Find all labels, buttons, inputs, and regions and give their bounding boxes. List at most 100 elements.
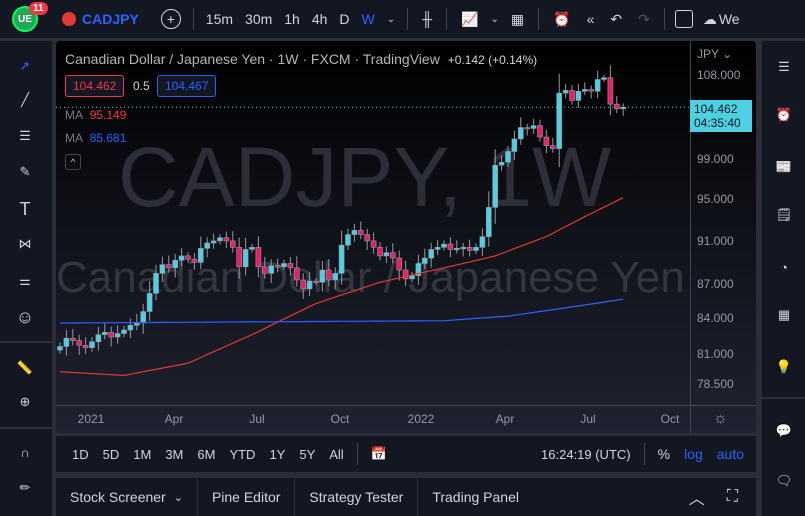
candle-body	[421, 257, 428, 264]
symbol-description: Canadian Dollar / Japanese Yen · 1W · FX…	[65, 51, 440, 67]
interval-15m[interactable]: 15m	[200, 0, 239, 38]
magnet-icon[interactable]: ∩	[10, 437, 40, 467]
trendline-icon[interactable]: ╱	[10, 85, 40, 115]
price-tick: 99.000	[697, 152, 734, 167]
price-chart[interactable]	[56, 41, 690, 405]
candle-body	[594, 79, 601, 92]
right-sidebar: ☰ ⏰ 📰 🗒 ◔ ▦ 💡 💬 🗨	[762, 41, 805, 516]
time-axis[interactable]	[56, 405, 756, 406]
indicators-icon[interactable]: 📈	[453, 0, 486, 38]
range-5d[interactable]: 5D	[96, 447, 127, 462]
alarm-clock-icon[interactable]: ⏰	[768, 99, 800, 131]
candle-body	[562, 90, 569, 94]
hotlist-flame-icon[interactable]: ◔	[768, 251, 800, 283]
redo-icon[interactable]: ↷	[630, 0, 658, 38]
candle-body	[460, 246, 467, 250]
ma2-legend[interactable]: MA 85.681	[65, 131, 126, 145]
percent-toggle[interactable]: %	[651, 446, 677, 462]
log-toggle[interactable]: log	[677, 446, 710, 462]
interval-30m[interactable]: 30m	[239, 0, 278, 38]
user-avatar[interactable]: UE 11	[12, 2, 48, 32]
chevron-down-icon[interactable]: ⌄	[487, 0, 503, 38]
range-all[interactable]: All	[322, 447, 350, 462]
alert-clock-icon[interactable]: ⏰	[545, 0, 578, 38]
replay-icon[interactable]: «	[579, 0, 603, 38]
tab-label: Pine Editor	[211, 489, 281, 505]
time-tick: 2021	[77, 412, 105, 426]
currency-selector[interactable]: JPY ⌄	[697, 47, 732, 61]
buy-button[interactable]: 104.467	[157, 75, 217, 97]
watchlist-icon[interactable]: ☰	[768, 51, 800, 83]
candle-body	[63, 337, 70, 347]
emoji-icon[interactable]: ☺	[10, 302, 40, 332]
chats-icon[interactable]: 💬	[768, 415, 800, 447]
ideas-lightbulb-icon[interactable]: 💡	[768, 351, 800, 383]
notes-icon[interactable]: 🗒	[768, 199, 800, 231]
clock[interactable]: 16:24:19 (UTC)	[534, 447, 638, 462]
chevron-down-icon[interactable]: ⌄	[174, 491, 183, 504]
candle-body	[345, 234, 351, 246]
tab-trading-panel[interactable]: Trading Panel	[418, 478, 533, 516]
horizontal-lines-icon[interactable]: ☰	[10, 121, 40, 151]
sell-button[interactable]: 104.462	[65, 75, 125, 97]
range-1d[interactable]: 1D	[65, 447, 96, 462]
candle-body	[185, 255, 191, 260]
interval-w[interactable]: W	[356, 0, 381, 38]
brush-icon[interactable]: ✎	[10, 157, 40, 187]
goto-date-icon[interactable]: 📅	[364, 446, 394, 462]
range-ytd[interactable]: YTD	[222, 447, 262, 462]
range-1m[interactable]: 1M	[126, 447, 158, 462]
candle-body	[364, 234, 371, 242]
fullscreen-square-icon[interactable]	[671, 0, 697, 38]
last-price-label: 104.462 04:35:40	[690, 100, 752, 132]
tab-strategy-tester[interactable]: Strategy Tester	[295, 478, 419, 516]
collapse-legend-button[interactable]: ^	[65, 154, 81, 170]
calendar-icon[interactable]: ▦	[768, 299, 800, 331]
candle-body	[249, 246, 255, 250]
tab-pine-editor[interactable]: Pine Editor	[198, 478, 296, 516]
chevron-up-icon[interactable]: ︿	[675, 485, 719, 509]
candle-body	[134, 322, 140, 326]
auto-toggle[interactable]: auto	[710, 446, 756, 462]
price-tick: 108.000	[697, 68, 741, 82]
news-icon[interactable]: 📰	[768, 151, 800, 183]
time-tick: Apr	[495, 412, 515, 426]
candle-body	[453, 248, 460, 251]
lock-drawings-icon[interactable]: ✏	[10, 473, 40, 503]
candle-body	[492, 164, 499, 208]
interval-1h[interactable]: 1h	[278, 0, 306, 38]
range-5y[interactable]: 5Y	[292, 447, 322, 462]
range-3m[interactable]: 3M	[158, 447, 190, 462]
fib-icon[interactable]: ⚌	[10, 266, 40, 296]
compare-add-icon[interactable]: +	[160, 9, 181, 29]
pattern-icon[interactable]: ⋈	[10, 229, 40, 259]
tab-label: Strategy Tester	[309, 489, 404, 505]
candle-body	[370, 240, 377, 248]
tab-stock-screener[interactable]: Stock Screener ⌄	[56, 478, 198, 516]
zoom-in-icon[interactable]: ⊕	[10, 387, 40, 417]
interval-d[interactable]: D	[333, 0, 355, 38]
candles-icon[interactable]: ╫	[414, 0, 440, 38]
candle-body	[505, 151, 511, 163]
messages-icon[interactable]: 🗨	[768, 465, 800, 497]
ma1-legend[interactable]: MA 95.149	[65, 108, 126, 122]
chevron-down-icon[interactable]: ⌄	[381, 0, 401, 38]
cursor-icon[interactable]: ➚	[10, 51, 40, 81]
ruler-icon[interactable]: 📏	[10, 353, 40, 383]
candle-body	[306, 280, 313, 290]
range-6m[interactable]: 6M	[190, 447, 222, 462]
interval-4h[interactable]: 4h	[306, 0, 334, 38]
maximize-icon[interactable]: ⛶	[719, 488, 756, 506]
symbol-flag-icon	[62, 12, 76, 26]
undo-icon[interactable]: ↶	[602, 0, 630, 38]
layout-grid-icon[interactable]: ▦	[503, 0, 532, 38]
chart-settings-icon[interactable]: ☼	[713, 410, 728, 428]
symbol-search[interactable]: CADJPY	[82, 0, 139, 38]
chart-pane[interactable]: CADJPY, 1W Canadian Dollar / Japanese Ye…	[56, 41, 756, 433]
range-1y[interactable]: 1Y	[262, 447, 292, 462]
candle-body	[409, 275, 415, 280]
cloud-icon[interactable]: ☁	[697, 0, 719, 38]
text-icon[interactable]: T	[10, 194, 40, 224]
candle-body	[95, 334, 102, 343]
candle-body	[530, 125, 537, 129]
